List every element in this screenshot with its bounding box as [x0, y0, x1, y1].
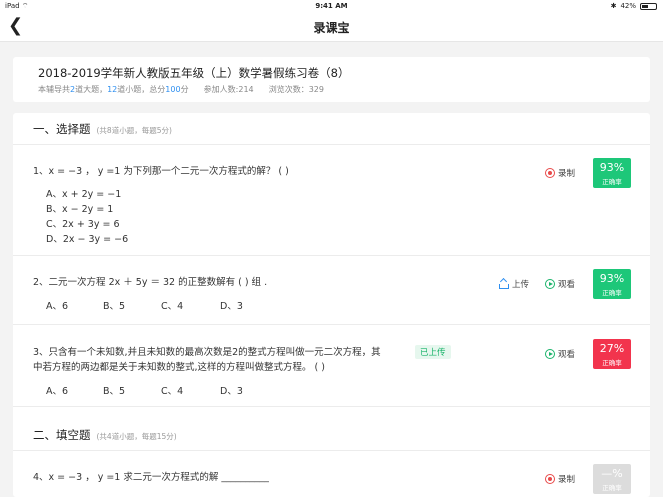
accuracy-value: —%: [601, 467, 623, 480]
option-d: D、3: [220, 386, 243, 397]
uploaded-tag: 已上传: [415, 345, 451, 359]
section-title: 一、选择题 (共8道小题，每题5分): [33, 121, 172, 137]
option-a: A、6: [46, 386, 69, 397]
record-label: 录制: [558, 169, 576, 179]
question-item: 4、x = −3 ， y =1 求二元一次方程式的解 __________ 录制…: [13, 451, 650, 497]
record-button[interactable]: 录制: [545, 473, 575, 485]
accuracy-label: 正确率: [602, 484, 622, 492]
section-note: (共4道小题，每题15分): [96, 432, 177, 441]
paper-info-card: 2018-2019学年新人教版五年级（上）数学暑假练习卷（8） 本辅导共2道大题…: [13, 57, 650, 102]
option-b: B、5: [103, 386, 126, 397]
option-d: D、3: [220, 301, 243, 312]
section-title: 二、填空题 (共4道小题，每题15分): [33, 427, 177, 443]
total-score: 100: [165, 85, 181, 94]
question-stem: 2、二元一次方程 2x ＋ 5y ＝ 32 的正整数解有 ( ) 组 .: [33, 277, 268, 288]
upload-icon: [499, 279, 509, 289]
small-question-count: 12: [107, 85, 118, 94]
section-note: (共8道小题，每题5分): [96, 126, 172, 135]
accuracy-value: 93%: [599, 161, 625, 174]
section-header-choice: 一、选择题 (共8道小题，每题5分): [13, 113, 650, 145]
option-c: C、4: [161, 301, 184, 312]
status-right: ✱ 42%: [611, 2, 657, 10]
play-icon: [545, 279, 555, 289]
page-title: 录课宝: [313, 21, 350, 35]
accuracy-value: 27%: [599, 342, 625, 355]
status-time: 9:41 AM: [315, 2, 348, 10]
record-icon: [545, 168, 555, 178]
accuracy-badge: 93% 正确率: [593, 158, 631, 188]
accuracy-value: 93%: [599, 272, 625, 285]
option-a: A、x + 2y = −1: [46, 189, 122, 200]
accuracy-label: 正确率: [602, 359, 622, 367]
questions-panel: 一、选择题 (共8道小题，每题5分) 1、x = −3 ， y =1 为下列那一个…: [13, 113, 650, 497]
watch-label: 观看: [558, 350, 576, 360]
accuracy-label: 正确率: [602, 289, 622, 297]
accuracy-badge: 27% 正确率: [593, 339, 631, 369]
accuracy-label: 正确率: [602, 178, 622, 186]
option-d: D、2x − 3y = −6: [46, 234, 129, 245]
option-b: B、5: [103, 301, 126, 312]
section-header-fill: 二、填空题 (共4道小题，每题15分): [13, 419, 650, 451]
big-question-unit: 道大题，: [75, 85, 108, 94]
watch-button[interactable]: 观看: [545, 348, 575, 360]
record-button[interactable]: 录制: [545, 167, 575, 179]
option-a: A、6: [46, 301, 69, 312]
bluetooth-icon: ✱: [610, 2, 617, 10]
question-stem-line1: 3、只含有一个未知数,并且未知数的最高次数是2的整式方程叫做一元二次方程，其: [33, 347, 381, 358]
paper-meta: 本辅导共2道大题，12道小题，总分100分 参加人数:214 浏览次数：329: [38, 84, 324, 95]
status-bar: iPad ⌔ 9:41 AM ✱ 42%: [0, 0, 663, 12]
participants-count: 参加人数:214: [203, 85, 254, 94]
option-c: C、2x + 3y = 6: [46, 219, 120, 230]
record-label: 录制: [558, 475, 576, 485]
option-b: B、x − 2y = 1: [46, 204, 114, 215]
record-icon: [545, 474, 555, 484]
nav-bar: ❮ 录课宝: [0, 12, 663, 42]
accuracy-badge: —% 正确率: [593, 464, 631, 494]
question-stem: 1、x = −3 ， y =1 为下列那一个二元一次方程式的解？ ( ): [33, 166, 289, 177]
upload-label: 上传: [512, 280, 530, 290]
option-c: C、4: [161, 386, 184, 397]
section-name: 一、选择题: [33, 122, 91, 136]
watch-label: 观看: [558, 280, 576, 290]
question-item: 1、x = −3 ， y =1 为下列那一个二元一次方程式的解？ ( ) A、x…: [13, 145, 650, 256]
small-question-unit: 道小题，总分: [117, 85, 166, 94]
question-stem: 4、x = −3 ， y =1 求二元一次方程式的解 __________: [33, 472, 269, 483]
upload-button[interactable]: 上传: [499, 278, 529, 290]
battery-icon: [640, 2, 657, 10]
battery-label: 42%: [620, 2, 636, 10]
accuracy-badge: 93% 正确率: [593, 269, 631, 299]
question-item: 2、二元一次方程 2x ＋ 5y ＝ 32 的正整数解有 ( ) 组 . A、6…: [13, 256, 650, 325]
question-item: 3、只含有一个未知数,并且未知数的最高次数是2的整式方程叫做一元二次方程，其 中…: [13, 325, 650, 407]
score-unit: 分: [180, 85, 189, 94]
play-icon: [545, 349, 555, 359]
meta-prefix: 本辅导共: [38, 85, 70, 94]
paper-title: 2018-2019学年新人教版五年级（上）数学暑假练习卷（8）: [38, 66, 350, 80]
section-name: 二、填空题: [33, 428, 91, 442]
question-stem-line2: 中若方程的两边都是关于未知数的整式,这样的方程叫做整式方程。 ( ): [33, 362, 325, 373]
views-count: 浏览次数：329: [268, 85, 324, 94]
watch-button[interactable]: 观看: [545, 278, 575, 290]
